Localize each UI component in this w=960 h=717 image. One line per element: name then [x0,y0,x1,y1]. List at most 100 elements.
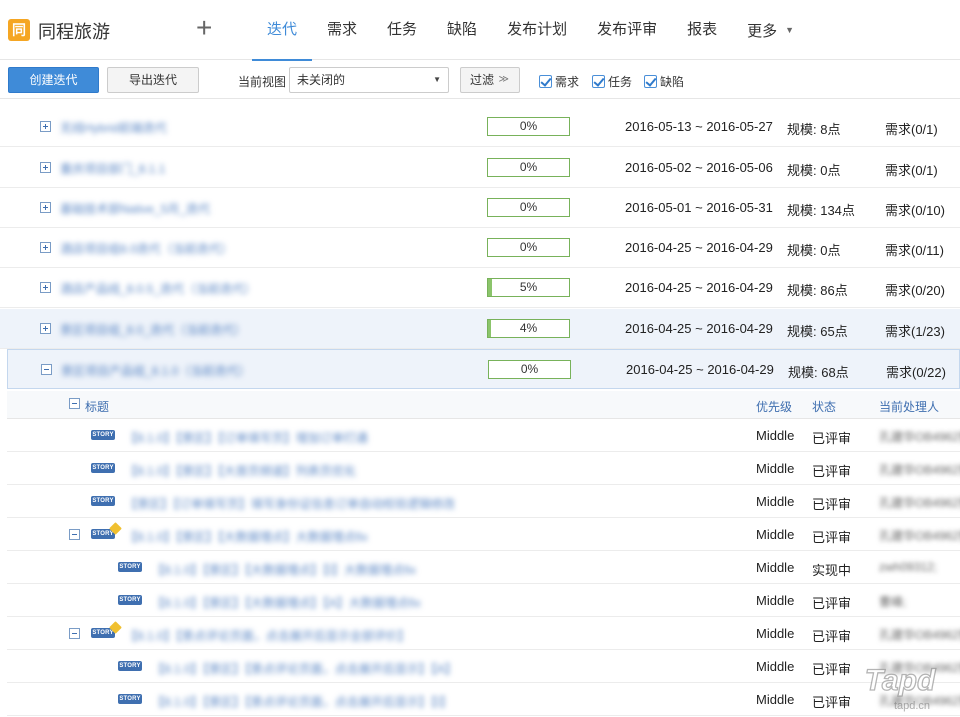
iteration-row[interactable]: 无线Hybrid前端迭代 0% 2016-05-13 ~ 2016-05-27 … [0,107,960,147]
iteration-requirement-count[interactable]: 需求(1/23) [885,321,945,340]
story-priority: Middle [756,692,795,707]
nav-tab-release-review[interactable]: 发布评审 [582,0,672,60]
collapse-icon[interactable] [69,628,80,639]
project-name[interactable]: 同程旅游 [38,18,110,44]
add-icon[interactable]: + [196,14,212,42]
iteration-name[interactable]: 基础技术部Native_5月_迭代 [60,200,210,217]
iteration-scale: 规模: 68点 [788,365,849,380]
column-owner[interactable]: 当前处理人 [879,398,939,415]
iteration-requirement-count[interactable]: 需求(0/1) [885,119,938,138]
story-row-child[interactable]: STORY 【8.1.0】【景区】【景点评论页面，点击展开后显示】【A】 Mid… [7,650,960,683]
story-badge-icon: STORY [118,661,142,671]
story-row-parent[interactable]: STORY 【8.1.0】【景区】【大数据埋点】大数据埋点fix Middle … [7,518,960,551]
expand-icon[interactable] [40,121,51,132]
expand-icon[interactable] [40,162,51,173]
iteration-row[interactable]: 酒店项目组8.0迭代（当前迭代） 0% 2016-04-25 ~ 2016-04… [0,228,960,268]
iteration-requirement-count[interactable]: 需求(0/22) [886,362,946,381]
story-status: 已评审 [812,662,852,677]
story-status: 实现中 [812,563,852,578]
nav-tab-bug[interactable]: 缺陷 [432,0,492,60]
story-title[interactable]: 【8.1.0】【景区】【大数据埋点】大数据埋点fix [125,528,368,545]
expand-icon[interactable] [40,242,51,253]
iteration-dates: 2016-04-25 ~ 2016-04-29 [625,321,773,336]
iteration-scale: 规模: 8点 [787,122,841,137]
story-title[interactable]: 【8.1.0】【景区】【订单填写页】增加订单打通 [125,429,368,446]
collapse-icon[interactable] [69,529,80,540]
expand-icon[interactable] [40,282,51,293]
nav-tab-release-plan[interactable]: 发布计划 [492,0,582,60]
iteration-requirement-count[interactable]: 需求(0/20) [885,280,945,299]
iteration-name[interactable]: 酒店产品线_8.0.5_迭代（当前迭代） [60,280,256,297]
iteration-row[interactable]: 基础技术部Native_5月_迭代 0% 2016-05-01 ~ 2016-0… [0,188,960,228]
iteration-row-expanded[interactable]: 景区项目产品组_8.1.0（当前迭代） 0% 2016-04-25 ~ 2016… [7,349,960,389]
story-row-child[interactable]: STORY 【8.1.0】【景区】【景点评论页面，点击展开后显示】【I】 Mid… [7,683,960,716]
toolbar: 创建迭代 导出迭代 当前视图 未关闭的 ▼ 过滤 ≫ 需求 任务 缺陷 [0,61,960,99]
filter-button[interactable]: 过滤 ≫ [460,67,520,93]
nav-tab-report[interactable]: 报表 [672,0,732,60]
story-row[interactable]: STORY 【景区】【订单填写页】填写身份证信息订单自动校验逻辑修改 Middl… [7,485,960,518]
iteration-name[interactable]: 景区项目组_8.0_迭代（当前迭代） [60,321,246,338]
collapse-all-icon[interactable] [69,398,80,409]
progress-bar: 0% [488,360,571,379]
checkbox-requirement[interactable]: 需求 [539,74,579,89]
nav-tab-iteration[interactable]: 迭代 [252,0,313,61]
progress-text: 0% [519,200,538,214]
iteration-row[interactable]: 酒店产品线_8.0.5_迭代（当前迭代） 5% 2016-04-25 ~ 201… [0,268,960,308]
iteration-dates: 2016-04-25 ~ 2016-04-29 [626,362,774,377]
progress-bar: 0% [487,158,570,177]
view-select-value: 未关闭的 [297,73,346,87]
story-owner: 孔建华OB4962曹 [879,628,960,642]
column-priority[interactable]: 优先级 [756,398,792,415]
story-title[interactable]: 【8.1.0】【景区】【景点评论页面，点击展开后显示】【A】 [152,660,457,677]
iteration-scale: 规模: 134点 [787,203,855,218]
iteration-scale: 规模: 65点 [787,324,848,339]
progress-bar: 5% [487,278,570,297]
watermark-main: Tapd [865,664,936,697]
dropdown-arrow-icon: ▼ [433,75,441,84]
iteration-requirement-count[interactable]: 需求(0/11) [885,240,944,259]
iteration-row[interactable]: 重庆项目部门_8.1.1 0% 2016-05-02 ~ 2016-05-06 … [0,148,960,188]
story-row-child[interactable]: STORY 【8.1.0】【景区】【大数据埋点】【A】大数据埋点fix Midd… [7,584,960,617]
story-priority: Middle [756,428,795,443]
iteration-name[interactable]: 无线Hybrid前端迭代 [60,119,167,136]
story-owner: zwh09312; [879,560,938,574]
current-view-label: 当前视图 [238,75,287,89]
nav-tab-more[interactable]: 更多 ▼ [732,0,809,60]
iteration-name[interactable]: 景区项目产品组_8.1.0（当前迭代） [61,362,250,379]
watermark-sub: tapd.cn [894,700,930,712]
export-iteration-button[interactable]: 导出迭代 [107,67,199,93]
story-status: 已评审 [812,530,852,545]
iteration-requirement-count[interactable]: 需求(0/1) [885,160,938,179]
story-table-header: 标题 优先级 状态 当前处理人 [7,391,960,419]
progress-text: 0% [519,240,538,254]
story-title[interactable]: 【8.1.0】【景区】【大数据埋点】【I】大数据埋点fix [152,561,416,578]
story-title[interactable]: 【8.1.0】【景点评论页面，点击展开后显示全部评价】 [125,627,410,644]
story-title[interactable]: 【8.1.0】【景区】【大首页频道】列表页优化 [125,462,356,479]
expand-icon[interactable] [40,323,51,334]
iteration-row[interactable]: 景区项目组_8.0_迭代（当前迭代） 4% 2016-04-25 ~ 2016-… [0,309,960,349]
story-row-parent[interactable]: STORY 【8.1.0】【景点评论页面，点击展开后显示全部评价】 Middle… [7,617,960,650]
story-title[interactable]: 【8.1.0】【景区】【景点评论页面，点击展开后显示】【I】 [152,693,452,710]
project-logo-icon[interactable]: 同 [8,19,30,41]
story-owner: 孔建华OB4962曹 [879,463,960,477]
collapse-icon[interactable] [41,364,52,375]
column-title[interactable]: 标题 [85,398,109,415]
iteration-dates: 2016-04-25 ~ 2016-04-29 [625,280,773,295]
checkbox-task[interactable]: 任务 [592,74,632,89]
expand-icon[interactable] [40,202,51,213]
checkbox-bug[interactable]: 缺陷 [644,74,684,89]
story-row[interactable]: STORY 【8.1.0】【景区】【大首页频道】列表页优化 Middle 已评审… [7,452,960,485]
iteration-name[interactable]: 重庆项目部门_8.1.1 [60,160,165,177]
story-row-child[interactable]: STORY 【8.1.0】【景区】【大数据埋点】【I】大数据埋点fix Midd… [7,551,960,584]
create-iteration-button[interactable]: 创建迭代 [8,67,99,93]
story-row[interactable]: STORY 【8.1.0】【景区】【订单填写页】增加订单打通 Middle 已评… [7,419,960,452]
story-title[interactable]: 【景区】【订单填写页】填写身份证信息订单自动校验逻辑修改 [125,495,455,512]
nav-tab-task[interactable]: 任务 [372,0,432,60]
story-badge-icon: STORY [91,621,122,638]
nav-tab-requirement[interactable]: 需求 [312,0,372,60]
column-status[interactable]: 状态 [812,398,836,415]
iteration-requirement-count[interactable]: 需求(0/10) [885,200,945,219]
iteration-name[interactable]: 酒店项目组8.0迭代（当前迭代） [60,240,233,257]
story-title[interactable]: 【8.1.0】【景区】【大数据埋点】【A】大数据埋点fix [152,594,421,611]
view-select[interactable]: 未关闭的 ▼ [289,67,449,93]
